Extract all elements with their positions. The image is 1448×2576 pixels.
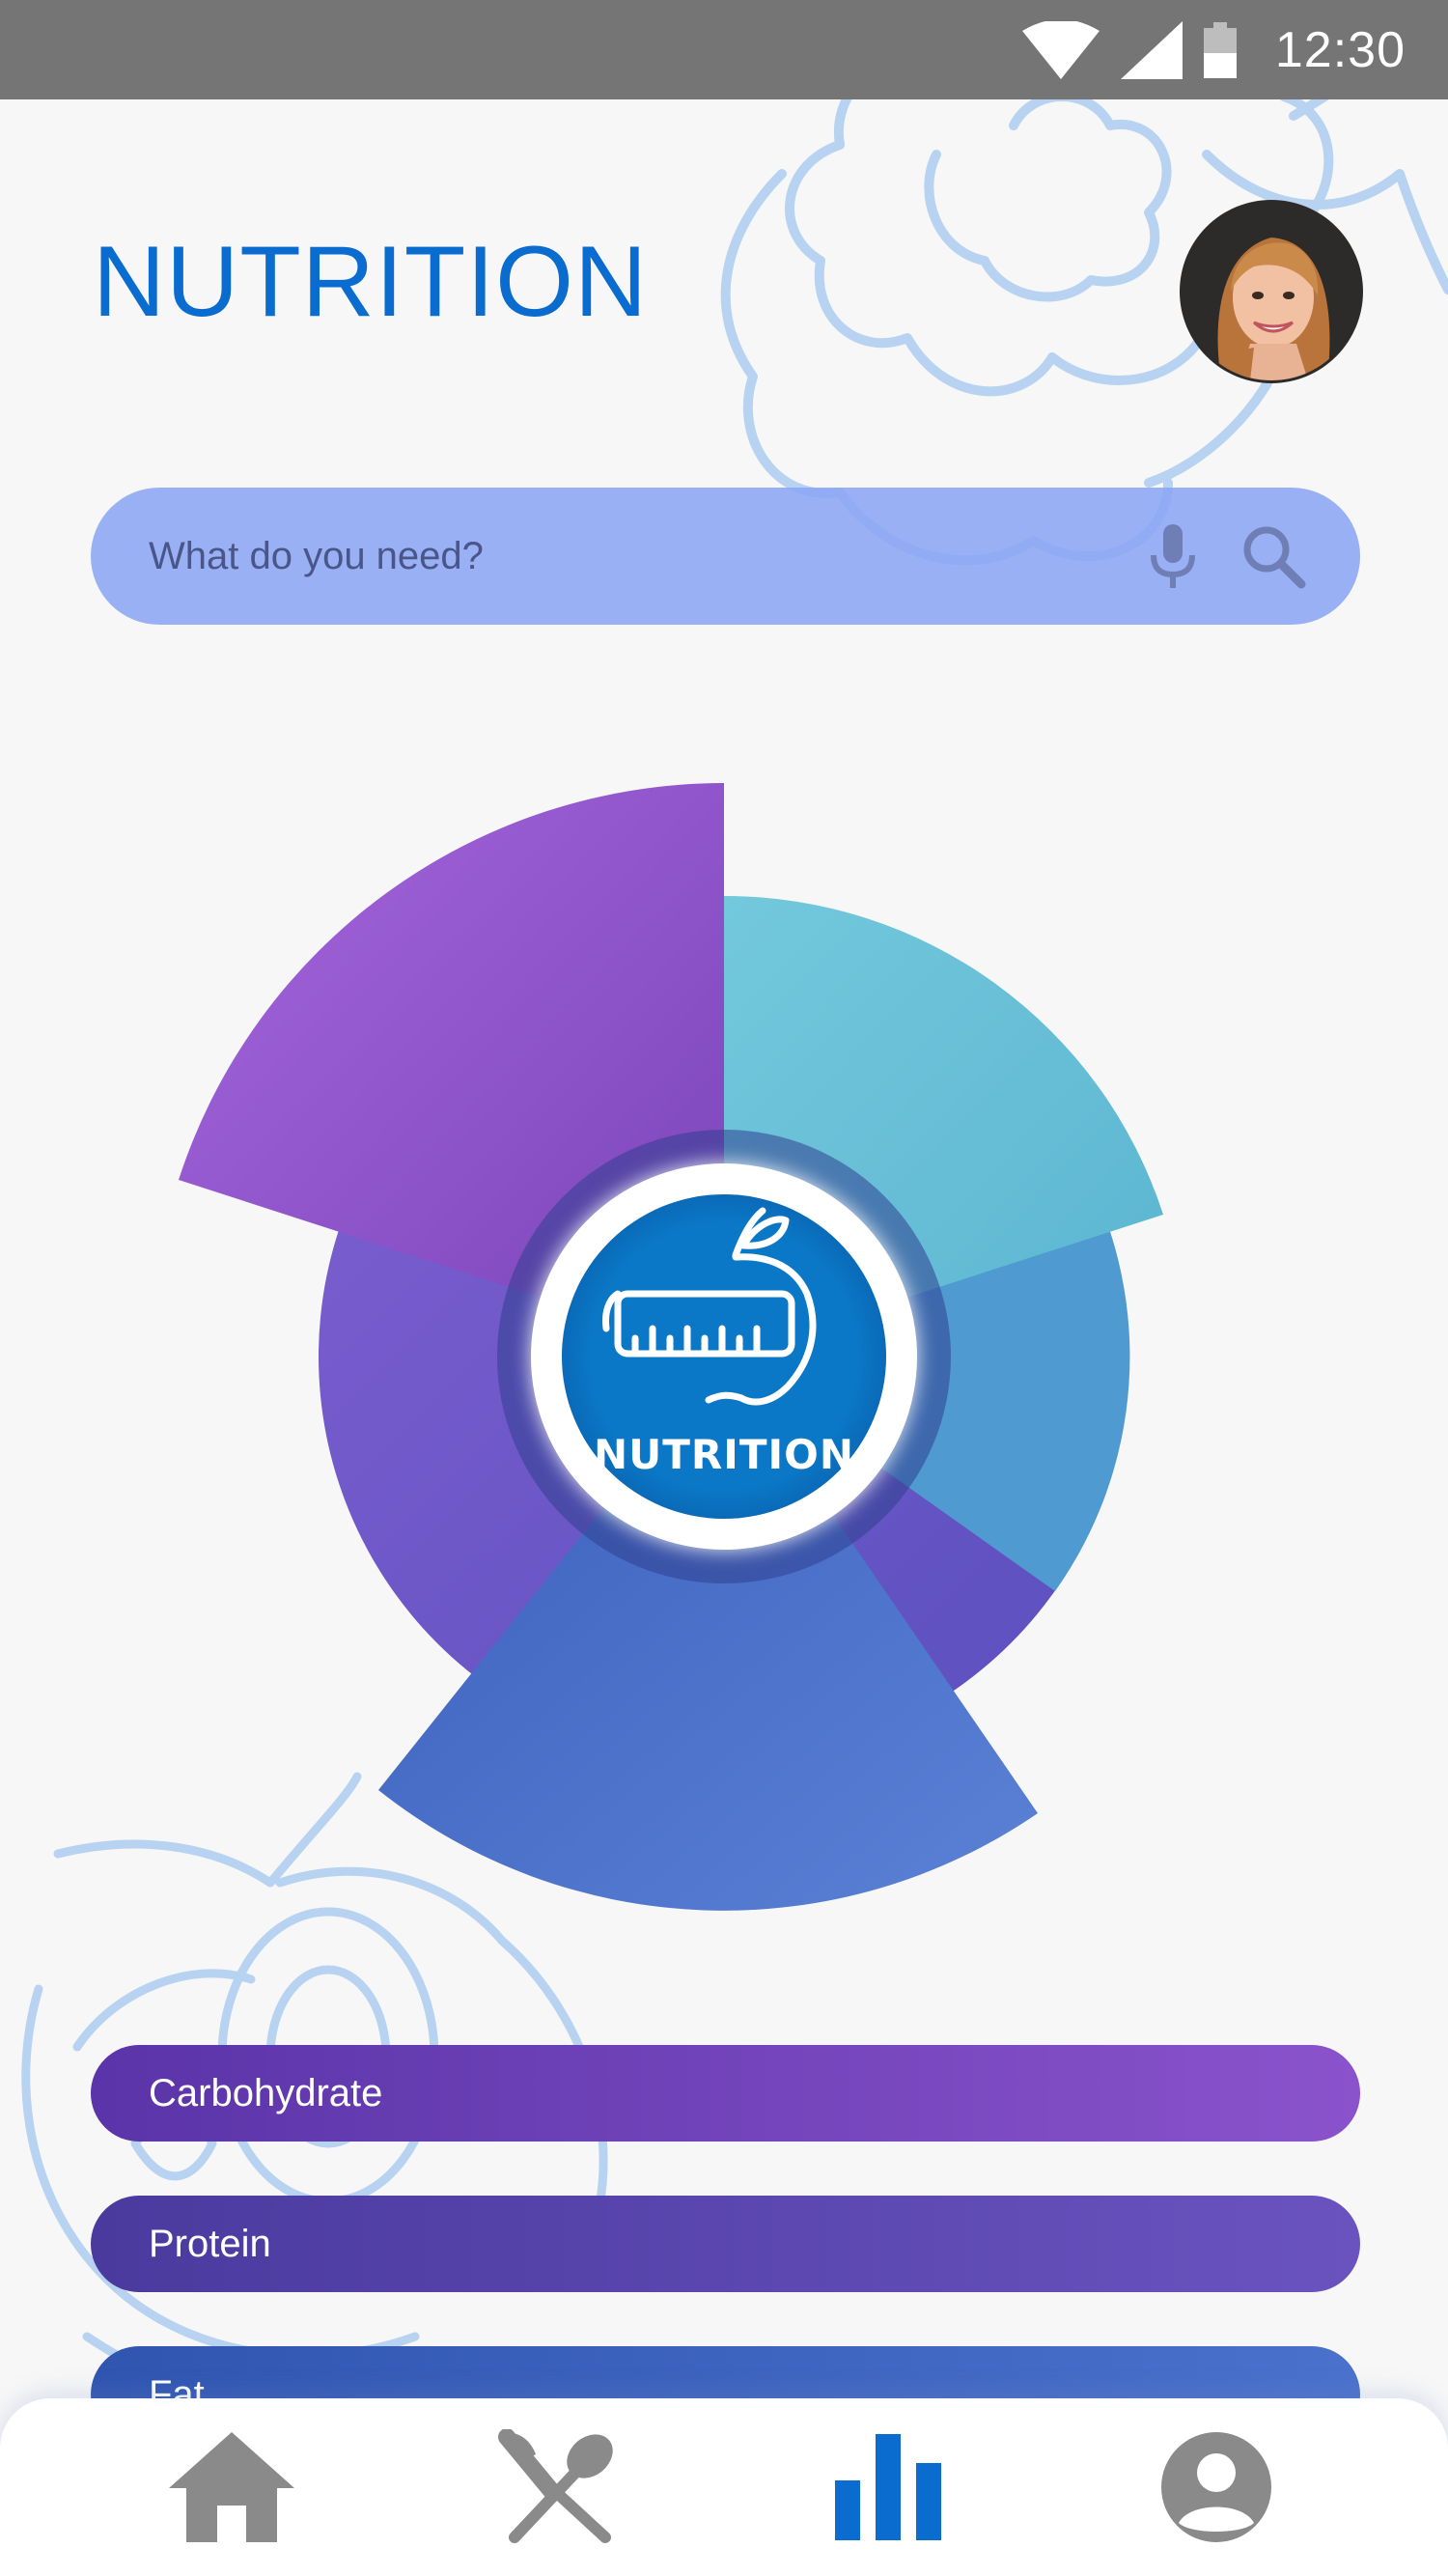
status-time: 12:30	[1274, 21, 1406, 78]
user-avatar[interactable]	[1183, 203, 1360, 380]
home-icon	[169, 2432, 294, 2542]
nav-home[interactable]	[159, 2415, 304, 2560]
cellular-signal-icon	[1120, 20, 1183, 79]
account-icon	[1161, 2432, 1271, 2542]
page-title: NUTRITION	[93, 226, 649, 338]
nav-stats[interactable]	[816, 2415, 961, 2560]
chart-center-label: NUTRITION	[593, 1431, 854, 1478]
nutrient-protein-button[interactable]: Protein	[91, 2196, 1360, 2292]
nutrient-carbohydrate-button[interactable]: Carbohydrate	[91, 2045, 1360, 2142]
nutrient-label: Protein	[149, 2222, 271, 2265]
search-input[interactable]	[149, 534, 1134, 578]
status-bar: 12:30	[0, 0, 1448, 99]
nutrition-radial-chart: NUTRITION	[145, 753, 1303, 1950]
bottom-navigation	[0, 2398, 1448, 2576]
wifi-icon	[1021, 20, 1100, 79]
knife-spoon-icon	[498, 2429, 613, 2543]
nav-food[interactable]	[487, 2415, 632, 2560]
search-icon[interactable]	[1235, 518, 1312, 595]
search-bar	[91, 488, 1360, 625]
nav-profile[interactable]	[1144, 2415, 1289, 2560]
battery-icon	[1203, 21, 1237, 78]
nutrient-label: Carbohydrate	[149, 2071, 383, 2114]
microphone-icon[interactable]	[1134, 518, 1211, 595]
bar-chart-icon	[835, 2434, 941, 2540]
